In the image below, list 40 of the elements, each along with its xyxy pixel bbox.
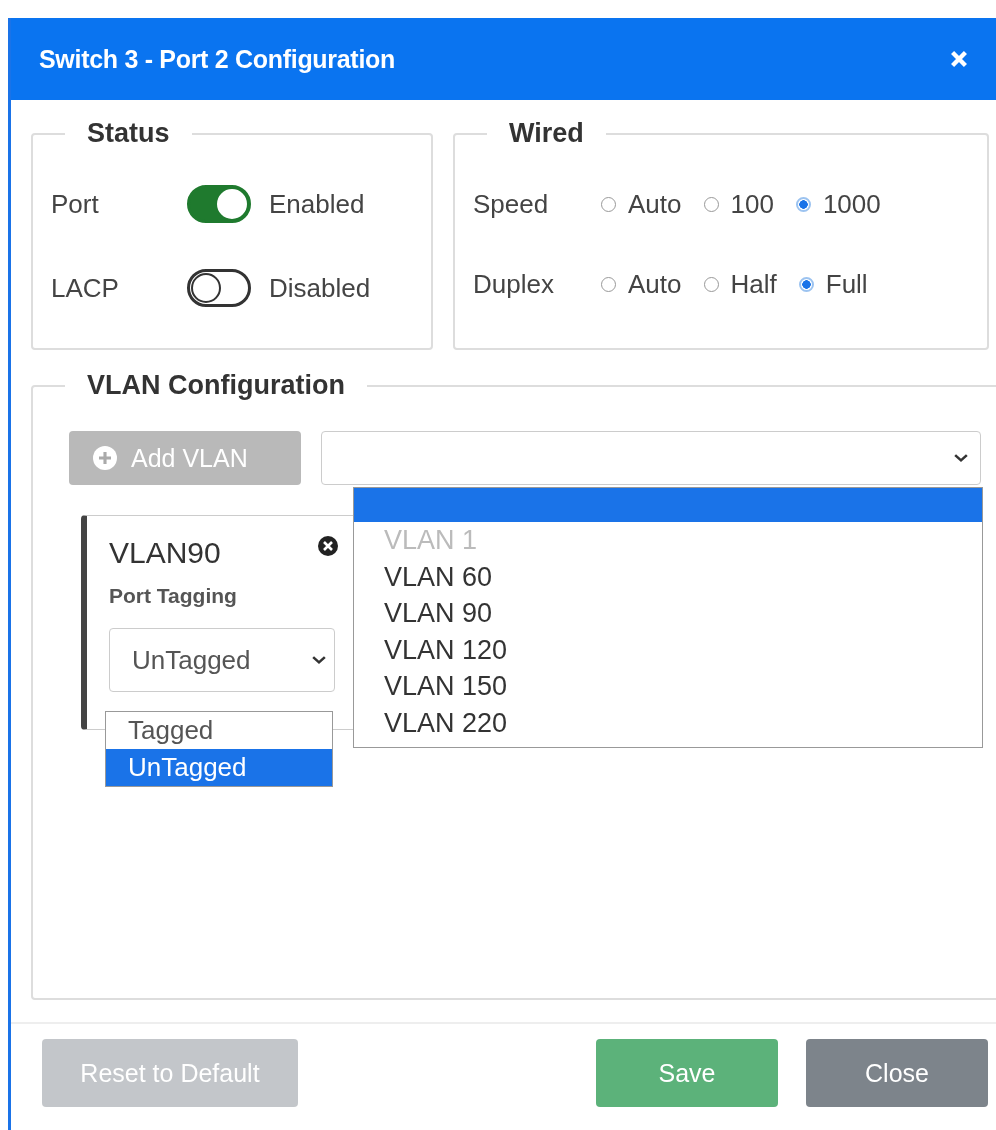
chevron-icon (954, 453, 968, 463)
plus-icon (93, 446, 117, 470)
toggle-label: Port (51, 188, 100, 220)
radio-button[interactable] (795, 196, 811, 212)
dropdown-option[interactable]: VLAN 120 (354, 631, 982, 668)
toggle-state-text: Enabled (269, 188, 365, 220)
remove-icon[interactable] (318, 536, 338, 556)
radio-button[interactable] (601, 276, 616, 292)
radio-label: Half (730, 268, 777, 300)
toggle-state-text: Disabled (269, 272, 371, 304)
toggle-label: LACP (51, 272, 120, 304)
panel-legend: Wired (487, 118, 606, 149)
radio-button[interactable] (798, 276, 814, 292)
toggle-switch[interactable] (187, 185, 251, 223)
panel-legend: Status (65, 118, 192, 149)
dropdown-option[interactable]: VLAN 220 (354, 704, 982, 741)
window-title: Switch 3 - Port 2 Configuration (39, 44, 395, 74)
radio-label: Auto (628, 268, 682, 300)
radio-label: 1000 (822, 188, 881, 220)
radio-label: Auto (628, 188, 682, 220)
radio-button[interactable] (601, 196, 616, 212)
radio-button[interactable] (703, 276, 719, 292)
dropdown-option[interactable]: VLAN 150 (354, 668, 982, 705)
dropdown-option[interactable]: VLAN 90 (354, 595, 982, 632)
dropdown-option[interactable]: VLAN 60 (354, 558, 982, 595)
radio-button[interactable] (703, 196, 719, 212)
radio-label: 100 (730, 188, 774, 220)
radio-group-label: Speed (473, 188, 550, 220)
close-button[interactable]: Close (806, 1039, 988, 1107)
panel-legend: VLAN Configuration (65, 370, 367, 401)
close-icon[interactable] (950, 50, 968, 68)
field-label: Port Tagging (109, 584, 238, 608)
radio-label: Full (825, 268, 868, 300)
toggle-switch[interactable] (187, 269, 251, 307)
radio-group-label: Duplex (473, 268, 555, 300)
vlan-name: VLAN90 (109, 536, 221, 570)
tagging-select[interactable]: UnTagged (109, 628, 335, 692)
dropdown-option[interactable]: UnTagged (106, 749, 332, 786)
dropdown-option[interactable]: Tagged (106, 712, 332, 749)
chevron-icon (312, 655, 326, 665)
